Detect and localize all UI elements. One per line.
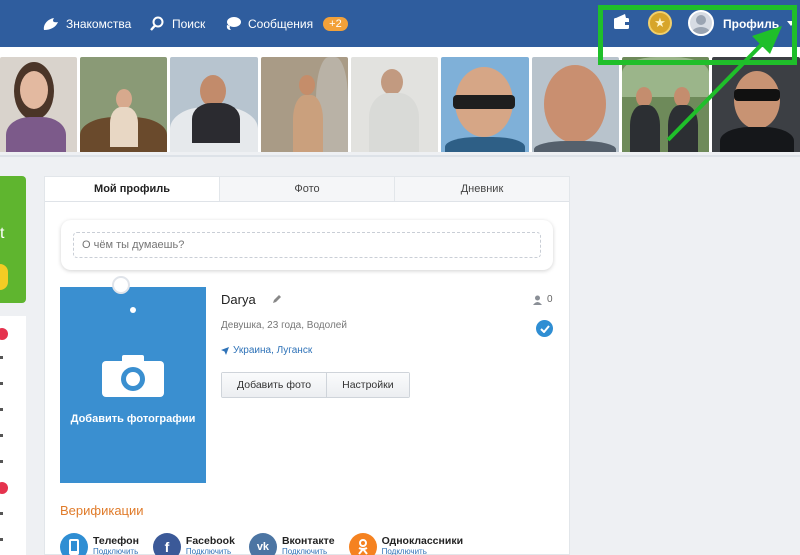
pin-icon <box>112 276 130 294</box>
facebook-icon: f <box>152 533 181 555</box>
friends-count: 0 <box>547 294 553 305</box>
verification-odnoklassniki[interactable]: Одноклассники Подключить <box>348 533 464 555</box>
profile-meta: Девушка, 23 года, Водолей <box>221 320 347 331</box>
wallet-icon[interactable] <box>612 13 632 31</box>
friends-counter[interactable]: 0 <box>533 294 553 305</box>
verification-phone[interactable]: Телефон Подключить <box>60 533 139 555</box>
status-input[interactable] <box>73 232 541 258</box>
star-icon[interactable]: ★ <box>648 11 672 35</box>
verification-vk[interactable]: vk Вконтакте Подключить <box>248 533 335 555</box>
verification-label: Одноклассники <box>381 535 464 547</box>
verifications-title: Верификации <box>60 503 144 518</box>
verification-label: Телефон <box>93 535 139 547</box>
status-box <box>61 220 553 270</box>
notification-dot <box>0 328 8 340</box>
tab-my-profile[interactable]: Мой профиль <box>45 177 219 201</box>
pin-dot <box>130 307 136 313</box>
verification-label: Вконтакте <box>281 535 335 547</box>
add-photo-placeholder[interactable]: Добавить фотографии <box>60 276 206 483</box>
strip-photo[interactable] <box>261 57 348 152</box>
list-item[interactable] <box>0 382 3 385</box>
avatar[interactable] <box>688 10 714 36</box>
verification-connect-link[interactable]: Подключить <box>186 547 235 555</box>
profile-name: Darya <box>221 292 256 307</box>
nav-search[interactable]: Поиск <box>148 0 205 47</box>
profile-card: Мой профиль Фото Дневник Добавить фотогр… <box>44 176 570 555</box>
verification-connect-link[interactable]: Подключить <box>282 547 335 555</box>
person-icon <box>533 295 542 305</box>
top-navigation-bar: Знакомства Поиск Сообщения +2 ★ Профиль <box>0 0 800 47</box>
messages-icon <box>224 15 242 33</box>
chevron-down-icon <box>787 21 796 26</box>
left-promo-letter: t <box>0 225 5 242</box>
list-item[interactable] <box>0 434 3 437</box>
phone-icon <box>60 533 88 555</box>
ok-icon <box>348 533 377 555</box>
nav-search-label: Поиск <box>172 16 206 31</box>
verification-facebook[interactable]: f Facebook Подключить <box>152 533 235 555</box>
notification-dot <box>0 482 8 494</box>
strip-photo[interactable] <box>441 57 529 152</box>
messages-badge: +2 <box>323 16 348 31</box>
verification-connect-link[interactable]: Подключить <box>93 547 139 555</box>
strip-photo[interactable] <box>80 57 167 152</box>
strip-photo[interactable] <box>532 57 619 152</box>
verification-connect-link[interactable]: Подключить <box>382 547 463 555</box>
search-icon <box>148 15 166 33</box>
strip-photo[interactable] <box>712 57 800 152</box>
tab-photos[interactable]: Фото <box>219 177 394 201</box>
vk-icon: vk <box>248 533 277 555</box>
strip-divider <box>0 155 800 157</box>
left-promo-panel[interactable]: t <box>0 176 26 303</box>
camera-icon <box>102 355 164 397</box>
edit-icon[interactable] <box>272 294 282 304</box>
location-text: Украина, Луганск <box>233 345 313 356</box>
verified-check-icon <box>536 320 553 337</box>
profile-label: Профиль <box>723 16 780 31</box>
nav-dating-label: Знакомства <box>66 16 132 31</box>
add-photo-label: Добавить фотографии <box>70 413 196 425</box>
list-item[interactable] <box>0 538 3 541</box>
nav-dating[interactable]: Знакомства <box>42 0 131 47</box>
photo-strip <box>0 47 800 152</box>
strip-photo[interactable] <box>351 57 438 152</box>
verification-label: Facebook <box>185 535 235 547</box>
list-item[interactable] <box>0 460 3 463</box>
profile-location[interactable]: Украина, Луганск <box>221 345 312 356</box>
nav-messages-label: Сообщения <box>248 16 314 31</box>
left-menu-list <box>0 316 26 555</box>
list-item[interactable] <box>0 356 3 359</box>
list-item[interactable] <box>0 512 3 515</box>
strip-photo[interactable] <box>622 57 709 152</box>
strip-photo[interactable] <box>170 57 258 152</box>
left-promo-button[interactable] <box>0 264 8 290</box>
dating-icon <box>42 15 60 33</box>
nav-messages[interactable]: Сообщения +2 <box>224 0 348 47</box>
settings-button[interactable]: Настройки <box>326 373 409 397</box>
profile-actions: Добавить фото Настройки <box>221 372 410 398</box>
tab-diary[interactable]: Дневник <box>394 177 569 201</box>
add-photo-button[interactable]: Добавить фото <box>222 373 327 397</box>
verifications-list: Телефон Подключить f Facebook Подключить v… <box>60 533 477 555</box>
location-arrow-icon <box>221 346 229 355</box>
list-item[interactable] <box>0 408 3 411</box>
profile-tabs: Мой профиль Фото Дневник <box>45 177 569 202</box>
profile-menu-button[interactable]: Профиль <box>723 0 796 47</box>
strip-photo[interactable] <box>0 57 77 152</box>
